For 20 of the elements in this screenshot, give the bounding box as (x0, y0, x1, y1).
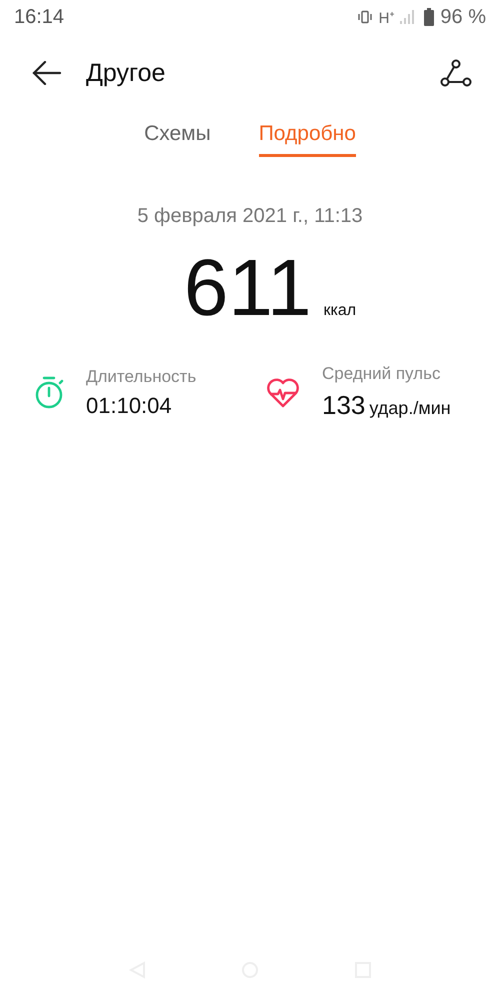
stat-value: 01:10:04 (86, 392, 172, 418)
calories-unit: ккал (323, 302, 356, 320)
stat-label: Средний пульс (322, 364, 442, 384)
stopwatch-icon (34, 376, 64, 410)
battery-level: 96 % (440, 6, 486, 28)
stat-value: 133 (322, 390, 366, 421)
route-button[interactable] (440, 59, 472, 87)
tab[interactable]: Схемы (144, 118, 211, 157)
heart-pulse-icon (266, 378, 300, 408)
tab[interactable]: Подробно (258, 118, 356, 157)
battery-icon (424, 8, 434, 26)
network-type: H⁺ (378, 9, 394, 27)
stat-label: Длительность (86, 366, 196, 386)
status-time: 16:14 (14, 6, 64, 28)
workout-date: 5 февраля 2021 г., 11:13 (136, 205, 364, 228)
stat-unit: удар./мин (369, 398, 451, 419)
page-title: Другое (86, 58, 166, 88)
back-button[interactable] (32, 61, 62, 85)
calories-value: 611 (184, 242, 312, 334)
vibrate-icon (356, 10, 373, 24)
